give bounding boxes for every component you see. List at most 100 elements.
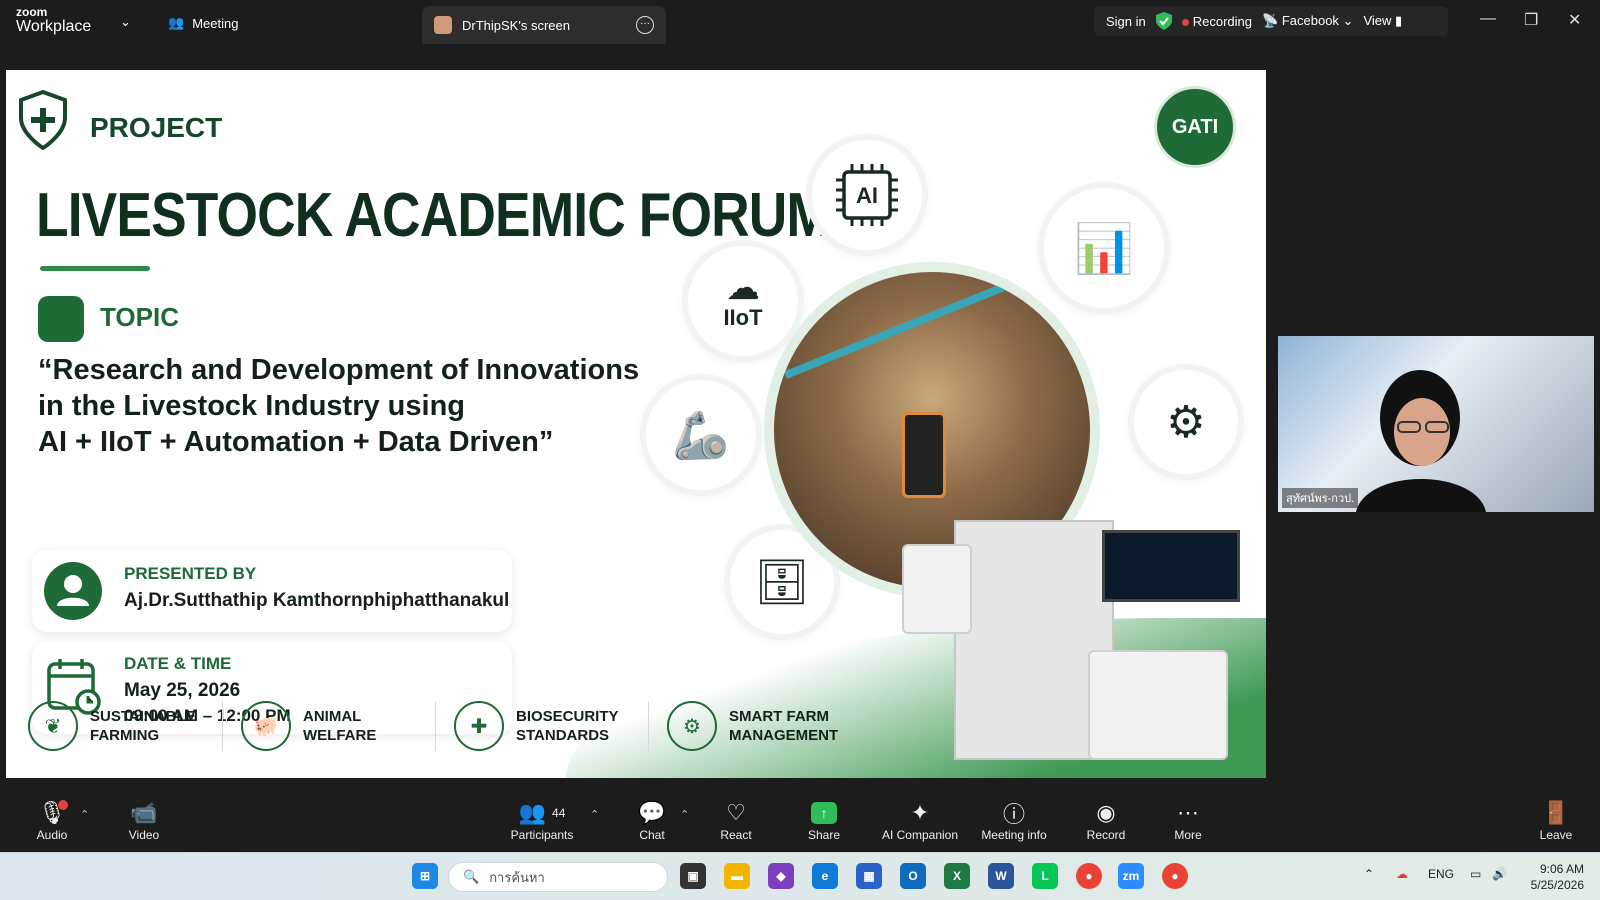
network-icon[interactable]: ▭ [1470, 867, 1481, 881]
chat-button[interactable]: 💬 Chat [632, 800, 672, 842]
tab-shared-screen[interactable]: DrThipSK's screen ··· [422, 6, 666, 44]
search-placeholder: การค้นหา [489, 869, 545, 885]
video-button[interactable]: 📹 Video [124, 800, 164, 842]
close-icon[interactable]: ✕ [1568, 10, 1581, 30]
logo-line1: zoom [16, 5, 48, 19]
more-button[interactable]: ⋯ More [1170, 800, 1206, 842]
logo-line2: Workplace [16, 18, 92, 35]
shield-plus-icon: ✚ [454, 701, 504, 751]
pillar-item: ❦ SUSTAINABLE FARMING [28, 701, 223, 751]
participants-icon: 👥 44 [518, 800, 566, 825]
pig-icon: 🐖 [241, 701, 291, 751]
pillar-item: 🐖 ANIMAL WELFARE [241, 701, 436, 751]
record-label: Record [1086, 828, 1126, 842]
title-bar: zoom Workplace ⌄ 👥 Meeting DrThipSK's sc… [0, 0, 1600, 44]
iiot-cloud-icon: ☁ IIoT [688, 246, 798, 356]
microsoft-365-icon[interactable]: ◆ [768, 863, 794, 889]
share-up-arrow-icon: ↑ [811, 802, 837, 824]
edge-icon[interactable]: e [812, 863, 838, 889]
share-button[interactable]: ↑ Share [804, 800, 844, 842]
info-icon: ⓘ [1002, 802, 1025, 827]
participants-label: Participants [510, 828, 574, 842]
meeting-info-button[interactable]: ⓘ Meeting info [978, 800, 1050, 842]
line-icon[interactable]: L [1032, 863, 1058, 889]
chrome-icon[interactable]: ● [1076, 863, 1102, 889]
audio-options-chevron-icon[interactable]: ⌃ [80, 808, 89, 821]
pillar-label: ANIMAL WELFARE [303, 708, 377, 744]
shield-plus-icon [19, 90, 67, 150]
cloud-sync-icon[interactable]: ☁ [1396, 867, 1408, 881]
livestream-button[interactable]: 📡 Facebook ⌄ [1262, 13, 1353, 29]
pillar-item: ⚙ SMART FARM MANAGEMENT [667, 701, 861, 751]
windows-taskbar: ⊞ 🔍 การค้นหา ▣ ▬ ◆ e ▦ O X W L ● zm ● ⌃ … [0, 852, 1600, 900]
participants-options-chevron-icon[interactable]: ⌃ [590, 808, 599, 821]
word-icon[interactable]: W [988, 863, 1014, 889]
cloud-wifi-icon: ☁ [726, 269, 760, 307]
outlook-icon[interactable]: O [900, 863, 926, 889]
footer-pillars: ❦ SUSTAINABLE FARMING 🐖 ANIMAL WELFARE ✚ BI… [28, 696, 838, 756]
gati-logo: GATI [1154, 86, 1236, 168]
participant-name: สุทัศน์พร-กวป. [1282, 488, 1359, 508]
pipe-beam [784, 272, 1080, 379]
alert-badge [58, 800, 68, 810]
document-chat-icon [38, 296, 84, 342]
presented-by-label: PRESENTED BY [124, 564, 257, 583]
taskbar-clock[interactable]: 9:06 AM 5/25/2026 [1514, 861, 1584, 893]
windows-start-icon[interactable]: ⊞ [412, 863, 438, 889]
chevron-down-icon[interactable]: ⌄ [120, 14, 131, 30]
leave-label: Leave [1539, 828, 1573, 842]
sign-in-button[interactable]: Sign in [1106, 14, 1146, 29]
tab-meeting[interactable]: 👥 Meeting [168, 12, 238, 34]
minimize-icon[interactable]: — [1480, 10, 1496, 28]
recording-label: Recording [1192, 13, 1253, 29]
tray-chevron-icon[interactable]: ⌃ [1364, 867, 1374, 881]
broadcast-icon: 📡 [1262, 13, 1279, 28]
volume-icon[interactable]: 🔊 [1492, 867, 1507, 881]
clock-date: 5/25/2026 [1530, 878, 1584, 892]
file-explorer-icon[interactable]: ▬ [724, 863, 750, 889]
sensor-cluster-image [1088, 650, 1228, 760]
task-view-icon[interactable]: ▣ [680, 863, 706, 889]
taskbar-search[interactable]: 🔍 การค้นหา [448, 862, 668, 892]
leave-door-icon: 🚪 [1542, 800, 1570, 825]
input-language[interactable]: ENG [1428, 867, 1454, 881]
quote-line2: in the Livestock Industry using [38, 390, 466, 422]
topic-quote: “Research and Development of Innovations… [38, 352, 678, 460]
gear-icon: ⚙ [667, 701, 717, 751]
more-dots-icon: ⋯ [1177, 800, 1199, 825]
quote-line3: AI + IIoT + Automation + Data Driven” [38, 426, 554, 458]
shared-screen-slide: PROJECT LIVESTOCK ACADEMIC FORUM TOPIC “… [6, 70, 1266, 778]
quote-line1: “Research and Development of Innovations [38, 354, 640, 386]
chat-label: Chat [639, 828, 665, 842]
react-button[interactable]: ♡ React [714, 800, 758, 842]
participant-video[interactable]: สุทัศน์พร-กวป. [1278, 336, 1594, 512]
automation-gears-icon: ⚙ [1134, 370, 1238, 474]
sensor-device-image [902, 544, 972, 634]
video-label: Video [128, 828, 160, 842]
leave-button[interactable]: 🚪 Leave [1536, 800, 1576, 842]
zoom-app-icon[interactable]: zm [1118, 863, 1144, 889]
chrome-icon[interactable]: ● [1162, 863, 1188, 889]
title-underline [40, 266, 150, 271]
more-icon[interactable]: ··· [636, 16, 654, 34]
search-icon: 🔍 [463, 869, 480, 884]
record-button[interactable]: ◉ Record [1084, 800, 1128, 842]
audio-button[interactable]: 🎙 Audio [34, 800, 70, 842]
heart-icon: ♡ [726, 800, 746, 825]
status-bar: Sign in Recording 📡 Facebook ⌄ View ▮ [1094, 6, 1448, 36]
store-icon[interactable]: ▦ [856, 863, 882, 889]
recording-dot-icon [1181, 18, 1189, 26]
view-label: View [1363, 13, 1392, 28]
recording-indicator[interactable]: Recording [1181, 13, 1253, 29]
chat-options-chevron-icon[interactable]: ⌃ [680, 808, 689, 821]
restore-icon[interactable]: ❐ [1524, 10, 1538, 30]
video-off-icon: 📹 [130, 800, 158, 825]
encryption-shield-icon[interactable] [1155, 12, 1172, 30]
ai-companion-label: AI Companion [881, 828, 959, 842]
view-button[interactable]: View ▮ [1363, 13, 1402, 29]
ai-companion-button[interactable]: ✦ AI Companion [878, 800, 962, 842]
excel-icon[interactable]: X [944, 863, 970, 889]
participants-button[interactable]: 👥 44 Participants [506, 800, 578, 842]
record-icon: ◉ [1096, 800, 1116, 825]
zoom-logo: zoom Workplace [16, 6, 116, 40]
